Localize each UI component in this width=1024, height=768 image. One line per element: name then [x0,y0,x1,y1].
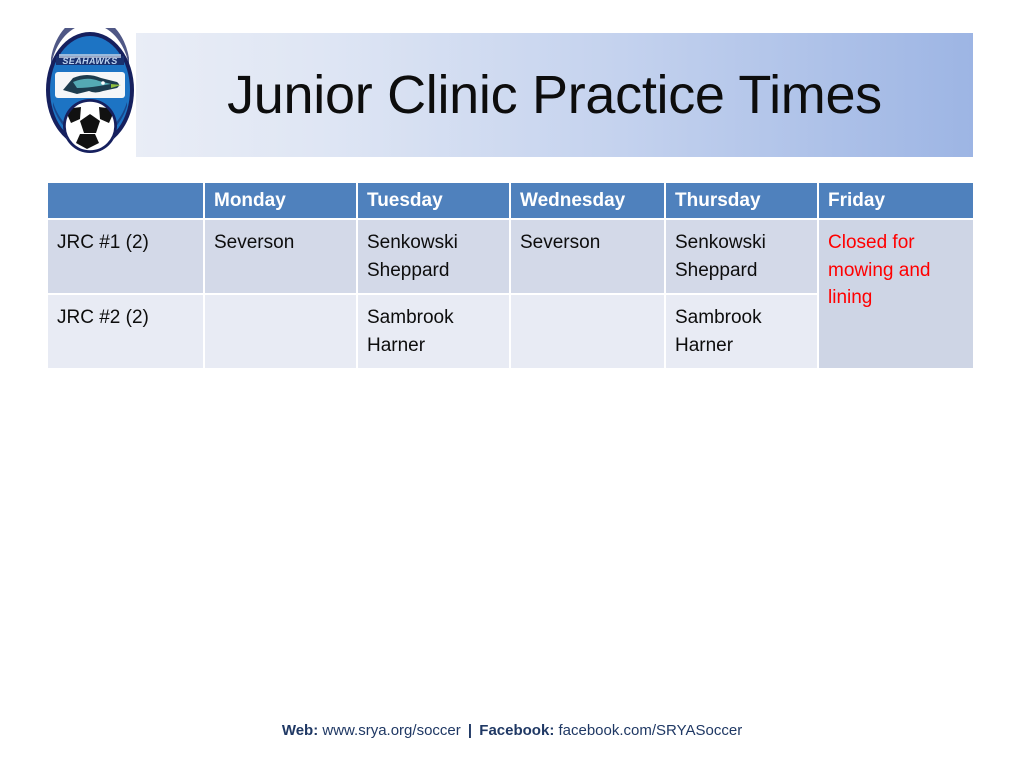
column-header-field [48,183,205,218]
closed-note-line: lining [828,287,873,309]
cell-jrc2-monday [205,293,358,369]
cell-friday-closed-note: Closed for mowing and lining [819,218,973,369]
page-title: Junior Clinic Practice Times [227,65,882,125]
cell-jrc1-thursday: Senkowski Sheppard [666,218,819,294]
soccer-ball-icon [63,99,117,153]
title-banner: Junior Clinic Practice Times [136,33,973,157]
coach-name: Severson [214,232,295,253]
badge-artwork: SEAHAWKS [46,15,134,153]
row-label-jrc1: JRC #1 (2) [48,218,205,294]
footer-separator: | [467,722,473,739]
cell-jrc2-wednesday [511,293,666,369]
row-label-jrc2: JRC #2 (2) [48,293,205,369]
footer-web-value[interactable]: www.srya.org/soccer [322,722,460,739]
coach-name: Sheppard [367,259,450,281]
column-header-friday: Friday [819,183,973,218]
badge-wordmark: SEAHAWKS [62,56,117,66]
coach-name: Senkowski [367,232,458,253]
cell-jrc1-wednesday: Severson [511,218,666,294]
coach-name: Senkowski [675,232,766,253]
closed-note-line: Closed for [828,232,915,253]
coach-name: Sheppard [675,259,758,281]
cell-jrc1-tuesday: Senkowski Sheppard [358,218,511,294]
column-header-wednesday: Wednesday [511,183,666,218]
practice-schedule-table: Monday Tuesday Wednesday Thursday Friday… [48,183,973,369]
coach-name: Harner [367,334,426,356]
coach-name: Severson [520,232,601,253]
closed-note-line: mowing and [828,259,931,281]
seahawks-soccer-club-badge: SEAHAWKS [43,15,137,160]
column-header-thursday: Thursday [666,183,819,218]
table-header-row: Monday Tuesday Wednesday Thursday Friday [48,183,973,218]
coach-name: Sambrook [367,307,454,329]
coach-name: Sambrook [675,307,762,329]
cell-jrc2-thursday: Sambrook Harner [666,293,819,369]
coach-name: Harner [675,334,734,356]
footer-facebook-label: Facebook: [479,722,555,739]
column-header-tuesday: Tuesday [358,183,511,218]
footer-facebook-value[interactable]: facebook.com/SRYASoccer [558,722,742,739]
cell-jrc1-monday: Severson [205,218,358,294]
table-row: JRC #1 (2) Severson Senkowski Sheppard S… [48,218,973,369]
footer-web-label: Web: [281,722,319,739]
slide-footer: Web: www.srya.org/soccer | Facebook: fac… [0,722,1024,739]
column-header-monday: Monday [205,183,358,218]
cell-jrc2-tuesday: Sambrook Harner [358,293,511,369]
